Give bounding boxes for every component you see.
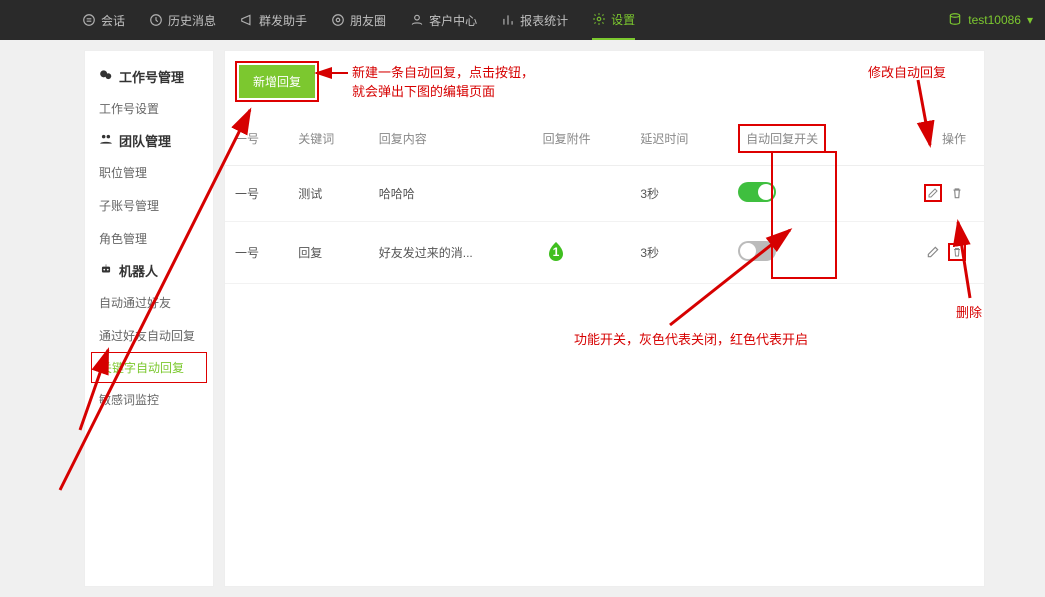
sidebar-group-robot: 机器人	[85, 255, 213, 286]
th-account: 一号	[225, 112, 288, 166]
top-navbar: 会话 历史消息 群发助手 朋友圈 客户中心	[0, 0, 1045, 40]
nav-settings[interactable]: 设置	[592, 0, 635, 40]
nav-moments[interactable]: 朋友圈	[331, 0, 386, 40]
user-menu[interactable]: test10086 ▾	[948, 12, 1033, 29]
sidebar-item-position[interactable]: 职位管理	[85, 156, 213, 189]
svg-text:1: 1	[552, 245, 559, 259]
customer-icon	[410, 13, 424, 27]
chat-icon	[82, 13, 96, 27]
cell-account: 一号	[225, 166, 288, 222]
nav-customer[interactable]: 客户中心	[410, 0, 477, 40]
sidebar-item-auto-accept[interactable]: 自动通过好友	[85, 286, 213, 319]
nav-broadcast[interactable]: 群发助手	[240, 0, 307, 40]
annotation-box-toggle-column	[771, 151, 837, 279]
cell-actions	[883, 166, 984, 222]
th-content: 回复内容	[369, 112, 533, 166]
user-name: test10086	[968, 13, 1021, 27]
nav-stats-label: 报表统计	[520, 12, 568, 29]
delete-button[interactable]	[948, 243, 966, 261]
content-panel: 新增回复 一号 关键词 回复内容 回复附件 延迟时间 自动回复开关 操作	[224, 50, 985, 587]
nav-settings-label: 设置	[611, 11, 635, 28]
broadcast-icon	[240, 13, 254, 27]
nav-history[interactable]: 历史消息	[149, 0, 216, 40]
annotation-box-switch-header: 自动回复开关	[738, 124, 826, 153]
sidebar-group-team-label: 团队管理	[119, 131, 171, 150]
annotation-box-new-button: 新增回复	[235, 61, 319, 102]
team-icon	[99, 132, 113, 149]
settings-icon	[592, 12, 606, 26]
sidebar-item-work-setting[interactable]: 工作号设置	[85, 92, 213, 125]
th-attach: 回复附件	[533, 112, 631, 166]
attachment-thumbnail: 1	[543, 238, 569, 264]
cell-attach: 1	[533, 222, 631, 284]
cell-actions	[883, 222, 984, 284]
table-row: 一号 回复 好友发过来的消... 1 3秒	[225, 222, 984, 284]
nav-customer-label: 客户中心	[429, 12, 477, 29]
sidebar-item-subaccount[interactable]: 子账号管理	[85, 189, 213, 222]
table-row: 一号 测试 哈哈哈 3秒	[225, 166, 984, 222]
nav-chat-label: 会话	[101, 12, 125, 29]
sidebar-group-team: 团队管理	[85, 125, 213, 156]
nav-moments-label: 朋友圈	[350, 12, 386, 29]
th-keyword: 关键词	[288, 112, 369, 166]
top-nav-list: 会话 历史消息 群发助手 朋友圈 客户中心	[82, 0, 635, 40]
th-delay: 延迟时间	[630, 112, 728, 166]
cell-text: 好友发过来的消...	[369, 222, 533, 284]
sidebar-item-accept-autoreply[interactable]: 通过好友自动回复	[85, 319, 213, 352]
sidebar-group-work-label: 工作号管理	[119, 67, 184, 86]
sidebar-group-work: 工作号管理	[85, 61, 213, 92]
add-reply-button[interactable]: 新增回复	[239, 65, 315, 98]
delete-button[interactable]	[948, 184, 966, 202]
cell-attach	[533, 166, 631, 222]
robot-icon	[99, 262, 113, 279]
autoreply-table: 一号 关键词 回复内容 回复附件 延迟时间 自动回复开关 操作 一号 测试 哈哈…	[225, 112, 984, 284]
stats-icon	[501, 13, 515, 27]
sidebar: 工作号管理 工作号设置 团队管理 职位管理 子账号管理 角色管理 机器人 自动通…	[84, 50, 214, 587]
edit-button[interactable]	[924, 184, 942, 202]
nav-chat[interactable]: 会话	[82, 0, 125, 40]
nav-broadcast-label: 群发助手	[259, 12, 307, 29]
nav-stats[interactable]: 报表统计	[501, 0, 568, 40]
moments-icon	[331, 13, 345, 27]
sidebar-item-keyword-autoreply[interactable]: 关键字自动回复	[91, 352, 207, 383]
cell-delay: 3秒	[630, 222, 728, 284]
cell-account: 一号	[225, 222, 288, 284]
sidebar-item-role[interactable]: 角色管理	[85, 222, 213, 255]
chevron-down-icon: ▾	[1027, 13, 1033, 27]
cell-keyword: 回复	[288, 222, 369, 284]
th-actions: 操作	[883, 112, 984, 166]
wechat-icon	[99, 68, 113, 85]
nav-history-label: 历史消息	[168, 12, 216, 29]
cell-text: 哈哈哈	[369, 166, 533, 222]
history-icon	[149, 13, 163, 27]
cell-keyword: 测试	[288, 166, 369, 222]
sidebar-item-sensitive[interactable]: 敏感词监控	[85, 383, 213, 416]
database-icon	[948, 12, 962, 29]
sidebar-group-robot-label: 机器人	[119, 261, 158, 280]
edit-button[interactable]	[924, 243, 942, 261]
cell-delay: 3秒	[630, 166, 728, 222]
